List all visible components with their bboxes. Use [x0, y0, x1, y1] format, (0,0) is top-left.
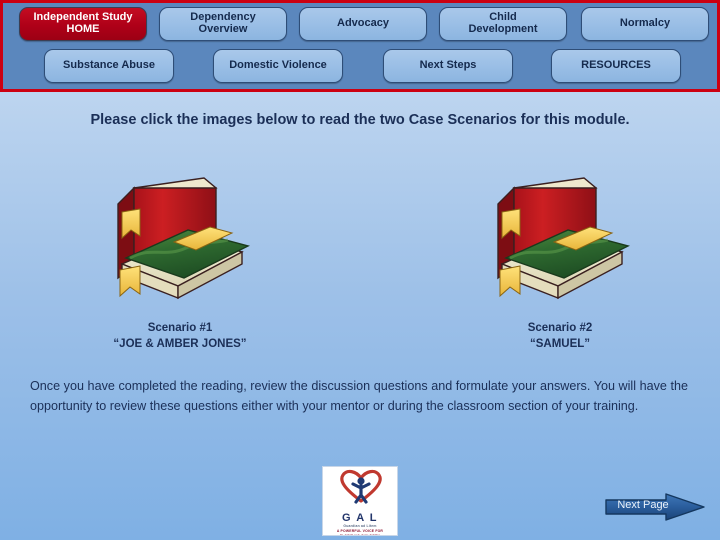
nav-button-normalcy[interactable]: Normalcy: [581, 7, 709, 41]
nav-button-home-line1: Independent Study: [33, 11, 133, 24]
nav-button-dependency-overview[interactable]: Dependency Overview: [159, 7, 287, 41]
nav-button-normalcy-label: Normalcy: [619, 17, 671, 30]
nav-button-next-steps-label: Next Steps: [419, 59, 477, 72]
nav-button-advocacy[interactable]: Advocacy: [299, 7, 427, 41]
gal-program-logo: G A L Guardian ad Litem A POWERFUL VOICE…: [322, 466, 398, 536]
gal-wordmark: G A L: [341, 512, 378, 524]
next-page-button[interactable]: Next Page: [604, 492, 708, 522]
scenario-2-caption: Scenario #2 “SAMUEL”: [440, 321, 680, 352]
nav-button-resources[interactable]: RESOURCES: [551, 49, 681, 83]
nav-button-home-line2: HOME: [66, 23, 100, 35]
nav-button-substance-abuse-label: Substance Abuse: [63, 59, 155, 72]
books-icon: [100, 160, 260, 315]
instructions-paragraph: Once you have completed the reading, rev…: [30, 379, 688, 414]
nav-button-dependency-line1: Dependency: [190, 11, 256, 24]
nav-button-advocacy-label: Advocacy: [337, 17, 389, 30]
nav-button-domestic-violence[interactable]: Domestic Violence: [213, 49, 343, 83]
main-navigation-bar: Independent Study HOME Dependency Overvi…: [0, 0, 720, 92]
scenario-1-subject: “JOE & AMBER JONES”: [113, 337, 247, 350]
scenario-2-title: Scenario #2: [527, 322, 593, 334]
nav-button-child-dev-line2: Development: [468, 23, 538, 35]
gal-heart-child-icon: [340, 469, 382, 504]
nav-button-resources-label: RESOURCES: [581, 59, 651, 72]
nav-row-primary: Independent Study HOME Dependency Overvi…: [3, 6, 717, 42]
scenario-1-caption: Scenario #1 “JOE & AMBER JONES”: [60, 321, 300, 352]
scenario-1-title: Scenario #1: [147, 322, 213, 334]
nav-button-child-development[interactable]: Child Development: [439, 7, 567, 41]
page-headline: Please click the images below to read th…: [90, 112, 630, 128]
scenario-2-subject: “SAMUEL”: [529, 337, 591, 350]
scenario-2-link[interactable]: Scenario #2 “SAMUEL”: [440, 160, 680, 352]
nav-button-independent-study-home[interactable]: Independent Study HOME: [19, 7, 147, 41]
nav-row-secondary: Substance Abuse Domestic Violence Next S…: [3, 48, 717, 84]
scenario-1-link[interactable]: Scenario #1 “JOE & AMBER JONES”: [60, 160, 300, 352]
nav-button-substance-abuse[interactable]: Substance Abuse: [44, 49, 174, 83]
nav-button-domestic-violence-label: Domestic Violence: [229, 59, 327, 72]
nav-button-child-dev-line1: Child: [489, 11, 517, 24]
right-arrow-icon: [605, 493, 705, 521]
books-icon: [480, 160, 640, 315]
nav-button-dependency-line2: Overview: [198, 23, 248, 35]
nav-button-next-steps[interactable]: Next Steps: [383, 49, 513, 83]
gal-tagline-line3: FLORIDA'S CHILDREN: [339, 533, 381, 536]
